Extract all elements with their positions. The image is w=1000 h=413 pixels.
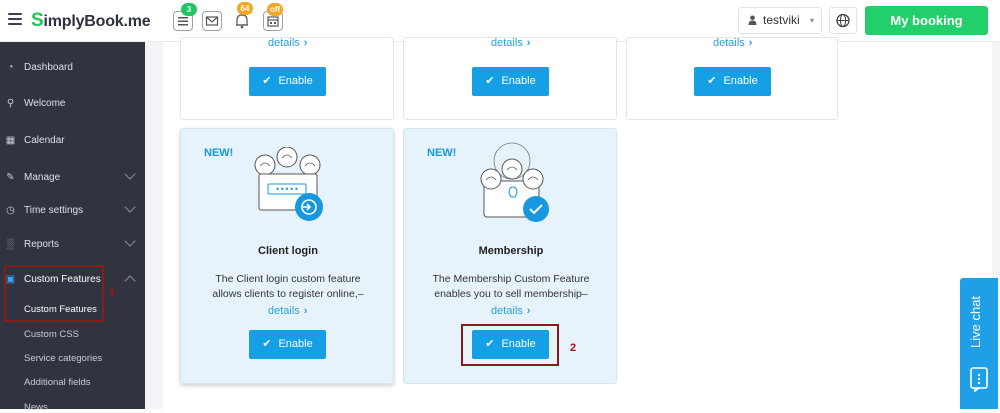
client-login-illustration-icon: ••••• [254,147,323,221]
live-chat-label: Live chat [968,295,983,348]
top-bar: SimplyBook.me 3 64 off testviki ▾ My boo… [0,0,1000,57]
annotation-label: 1 [109,287,116,299]
feature-card-client-login: NEW! ••••• Client login The Client login… [180,128,394,384]
card-title: Client login [258,245,318,257]
hamburger-menu-icon[interactable] [8,13,22,25]
details-link[interactable]: details › [491,305,530,317]
sidebar-item-calendar[interactable]: ▦ Calendar [0,125,145,159]
bell-icon[interactable]: 64 [232,2,253,31]
check-icon: ✔ [262,75,272,87]
svg-text:•••••: ••••• [275,185,299,194]
status-badge: off [267,3,284,16]
feature-card: details › ✔ Enable [180,37,394,120]
enable-button[interactable]: ✔ Enable [249,330,326,359]
calendar-icon: ▦ [5,135,16,146]
card-description-line: allows clients to register online,– [212,288,364,300]
details-link[interactable]: details › [491,37,530,49]
sidebar-subitem-news[interactable]: News [24,402,48,413]
logo[interactable]: SimplyBook.me [31,10,151,32]
details-link[interactable]: details › [268,37,307,49]
sidebar-subitem-custom-css[interactable]: Custom CSS [24,329,79,340]
sidebar-item-dashboard[interactable]: ◔ Dashboard [0,52,145,86]
bar-chart-icon: ░ [6,239,15,250]
check-icon: ✔ [262,338,272,350]
annotation-label: 2 [570,342,577,354]
check-icon: ✔ [707,75,717,87]
annotation-highlight-box [4,265,104,322]
card-description-line: The Membership Custom Feature [432,273,590,285]
dashboard-icon: ◔ [7,62,14,73]
enable-button[interactable]: ✔ Enable [694,67,771,96]
check-icon: ✔ [485,75,495,87]
sidebar-item-time-settings[interactable]: ◷ Time settings [0,195,145,229]
sidebar-item-manage[interactable]: ✎ Manage [0,162,145,196]
card-description-line: The Client login custom feature [215,273,361,285]
list-icon[interactable]: 3 [173,3,197,31]
card-title: Membership [478,245,544,257]
enable-button[interactable]: ✔ Enable [249,67,326,96]
chevron-down-icon [124,201,136,213]
enable-button[interactable]: ✔ Enable [472,67,549,96]
live-chat-button[interactable]: Live chat [960,278,998,409]
sidebar-subitem-additional-fields[interactable]: Additional fields [24,377,91,388]
chevron-down-icon [124,235,136,247]
sidebar-item-welcome[interactable]: ⚲ Welcome [0,88,145,122]
globe-button[interactable] [829,7,857,34]
sidebar-subitem-service-categories[interactable]: Service categories [24,353,102,364]
annotation-highlight-box [461,324,559,366]
username: testviki [763,13,800,27]
calendar-icon[interactable]: off [263,3,284,31]
notification-badge: 3 [181,3,197,16]
sidebar-item-reports[interactable]: ░ Reports [0,229,145,263]
globe-icon [836,13,850,28]
chat-icon [970,367,988,392]
feature-card: details › ✔ Enable [626,37,838,120]
chevron-down-icon: ▾ [809,16,814,25]
notification-badge: 64 [237,2,253,15]
details-link[interactable]: details › [713,37,752,49]
new-tag: NEW! [427,147,457,159]
mail-icon[interactable] [202,11,222,31]
card-description-line: enables you to sell membership– [434,288,588,300]
features-panel: details › ✔ Enable details › ✔ Enable detail… [163,37,960,409]
sidebar: ◔ Dashboard ⚲ Welcome ▦ Calendar ✎ Manag… [0,42,145,413]
scrollbar[interactable] [992,42,1000,278]
chevron-down-icon [124,168,136,180]
membership-illustration-icon [480,142,549,222]
clock-icon: ◷ [6,205,15,216]
bulb-icon: ⚲ [6,98,15,109]
user-icon [748,15,757,25]
user-menu-button[interactable]: testviki ▾ [738,7,822,34]
main-content: details › ✔ Enable details › ✔ Enable detail… [145,37,960,409]
chevron-up-icon [124,275,136,287]
my-booking-website-button[interactable]: My booking website [865,6,988,57]
new-tag: NEW! [204,147,234,159]
details-link[interactable]: details › [268,305,307,317]
pencil-icon: ✎ [6,172,15,183]
feature-card: details › ✔ Enable [403,37,617,120]
